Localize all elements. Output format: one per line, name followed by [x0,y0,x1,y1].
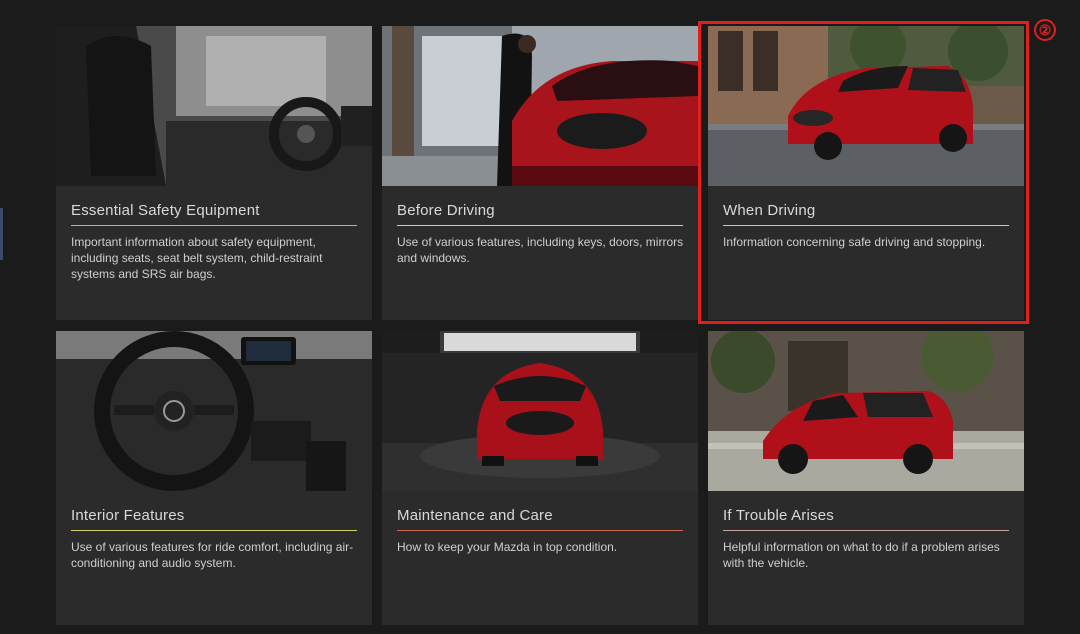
car-interior-seats-photo [56,26,372,186]
red-suv-parked-by-building-photo [708,331,1024,491]
card-title: Before Driving [397,202,495,219]
card-if-trouble-arises[interactable]: If Trouble Arises Helpful information on… [708,331,1024,625]
title-underline [71,530,357,531]
card-description: Helpful information on what to do if a p… [723,540,1000,570]
selection-highlight-box [698,21,1029,324]
card-title: Interior Features [71,507,185,524]
card-essential-safety-equipment[interactable]: Essential Safety Equipment Important inf… [56,26,372,320]
card-description: Use of various features for ride comfort… [71,540,354,570]
steering-wheel-dashboard-photo [56,331,372,491]
red-suv-in-garage-photo [382,331,698,491]
title-underline [723,530,1009,531]
title-underline [71,225,357,226]
card-title: Maintenance and Care [397,507,553,524]
card-description: Use of various features, including keys,… [397,235,684,265]
card-description: How to keep your Mazda in top condition. [397,540,618,554]
card-maintenance-and-care[interactable]: Maintenance and Care How to keep your Ma… [382,331,698,625]
title-underline [397,530,683,531]
card-before-driving[interactable]: Before Driving Use of various features, … [382,26,698,320]
card-interior-features[interactable]: Interior Features Use of various feature… [56,331,372,625]
title-underline [397,225,683,226]
man-opening-red-suv-photo [382,26,698,186]
card-description: Important information about safety equip… [71,235,323,281]
card-title: Essential Safety Equipment [71,202,260,219]
card-title: If Trouble Arises [723,507,834,524]
step-number-badge: ② [1034,19,1056,41]
